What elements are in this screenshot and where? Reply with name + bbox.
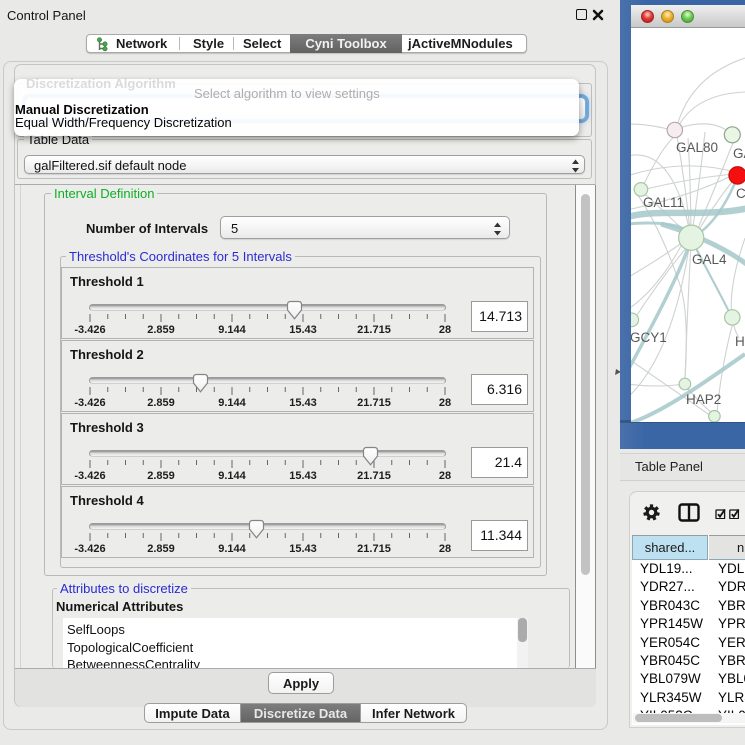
svg-text:GAL11: GAL11 (643, 195, 684, 210)
svg-text:GAL4: GAL4 (692, 252, 727, 267)
svg-text:HAP2: HAP2 (686, 392, 721, 407)
svg-text:H: H (735, 334, 745, 349)
svg-text:GA: GA (733, 146, 745, 161)
svg-text:GCY1: GCY1 (631, 330, 667, 345)
svg-text:C: C (736, 186, 745, 201)
svg-text:GAL80: GAL80 (676, 140, 718, 155)
